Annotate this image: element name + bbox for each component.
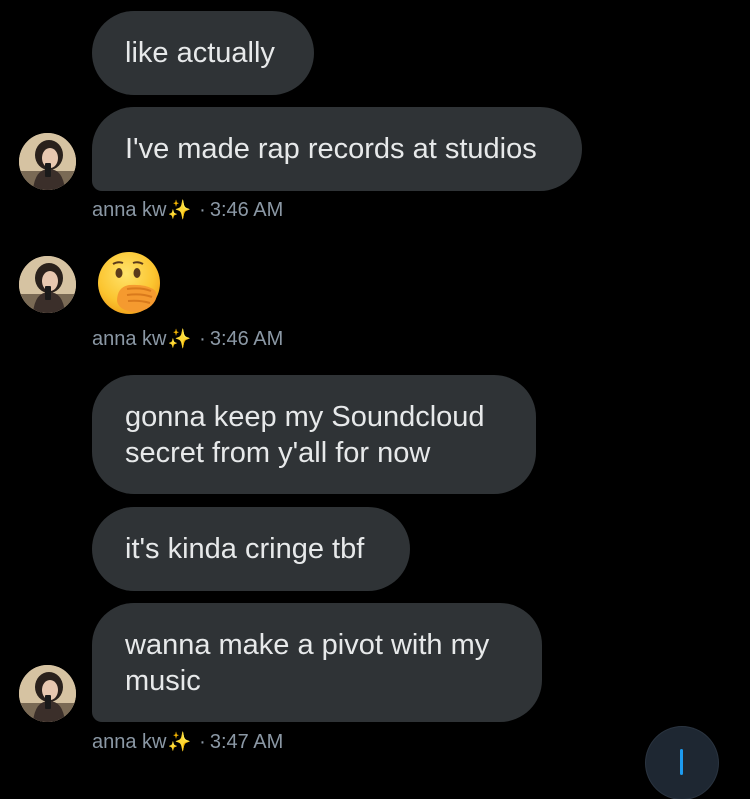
- avatar[interactable]: [19, 256, 76, 313]
- avatar-photo-icon: [19, 665, 76, 722]
- message-bubble[interactable]: it's kinda cringe tbf: [92, 507, 410, 591]
- timestamp: 3:46 AM: [209, 328, 284, 350]
- sparkle-icon: ✨: [167, 732, 192, 753]
- meta-separator: ·: [199, 328, 206, 350]
- message-bubble[interactable]: gonna keep my Soundcloud secret from y'a…: [92, 375, 536, 494]
- sender-name[interactable]: anna kw: [92, 328, 167, 350]
- avatar[interactable]: [19, 133, 76, 190]
- message-meta: anna kw✨ · 3:46 AM: [92, 327, 283, 352]
- message-meta: anna kw✨ · 3:46 AM: [92, 198, 283, 223]
- meta-separator: ·: [199, 731, 206, 753]
- message-bubble[interactable]: like actually: [92, 11, 314, 95]
- scroll-to-bottom-button[interactable]: [646, 727, 718, 799]
- arrow-down-icon: [680, 749, 683, 775]
- avatar-photo-icon: [19, 133, 76, 190]
- message-bubble[interactable]: I've made rap records at studios: [92, 107, 582, 191]
- message-text: wanna make a pivot with my music: [125, 628, 490, 697]
- message-text: it's kinda cringe tbf: [125, 533, 365, 565]
- meta-separator: ·: [199, 199, 206, 221]
- message-meta: anna kw✨ · 3:47 AM: [92, 730, 283, 755]
- timestamp: 3:46 AM: [209, 199, 284, 221]
- hand-over-mouth-emoji-icon[interactable]: [97, 251, 165, 315]
- sparkle-icon: ✨: [167, 200, 192, 221]
- message-text: like actually: [125, 37, 275, 69]
- message-text: I've made rap records at studios: [125, 133, 537, 165]
- sender-name[interactable]: anna kw: [92, 731, 167, 753]
- message-text: gonna keep my Soundcloud secret from y'a…: [125, 400, 485, 469]
- avatar[interactable]: [19, 665, 76, 722]
- timestamp: 3:47 AM: [209, 731, 284, 753]
- message-bubble[interactable]: wanna make a pivot with my music: [92, 603, 542, 722]
- sparkle-icon: ✨: [167, 329, 192, 350]
- sender-name[interactable]: anna kw: [92, 199, 167, 221]
- avatar-photo-icon: [19, 256, 76, 313]
